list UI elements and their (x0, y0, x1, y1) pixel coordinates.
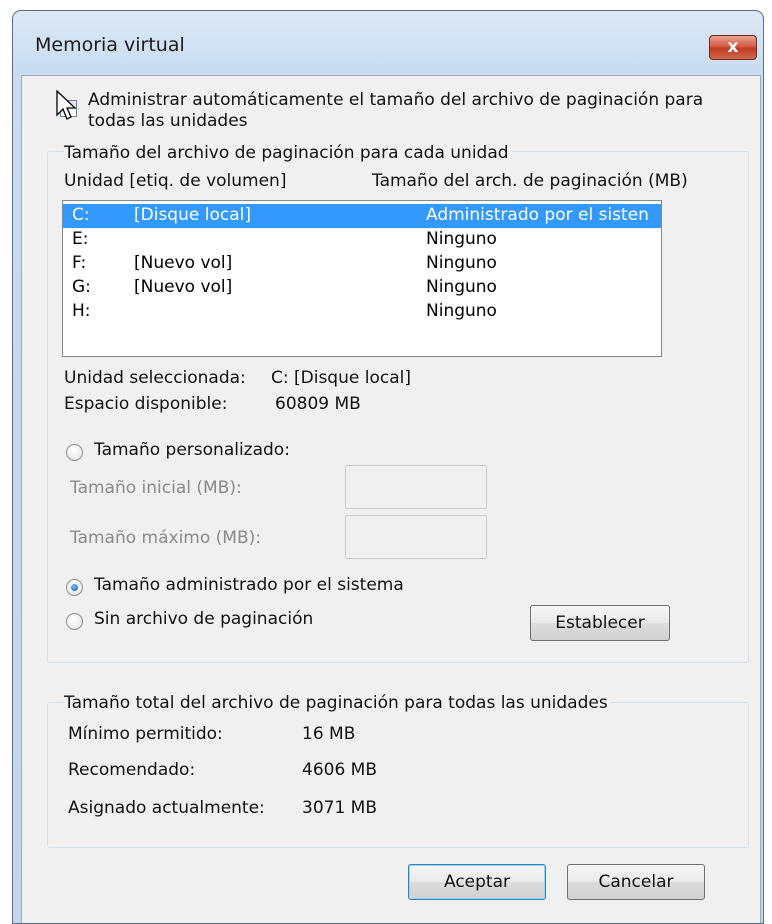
custom-size-radio[interactable] (66, 444, 83, 461)
initial-size-label: Tamaño inicial (MB): (70, 478, 242, 498)
drive-row[interactable]: F: [Nuevo vol] Ninguno (63, 252, 661, 276)
no-paging-radio[interactable] (66, 613, 83, 630)
max-size-label: Tamaño máximo (MB): (70, 528, 261, 548)
total-legend: Tamaño total del archivo de paginación p… (64, 693, 611, 713)
set-button[interactable]: Establecer (530, 605, 670, 641)
no-paging-label[interactable]: Sin archivo de paginación (94, 609, 313, 629)
custom-size-label[interactable]: Tamaño personalizado: (94, 440, 290, 460)
drive-letter: G: (72, 277, 91, 297)
selected-drive-value: C: [Disque local] (271, 368, 411, 388)
drive-size: Ninguno (426, 301, 497, 321)
per-drive-legend: Tamaño del archivo de paginación para ca… (64, 143, 512, 163)
drive-letter: H: (72, 301, 91, 321)
drive-label: [Nuevo vol] (134, 277, 233, 297)
ok-button[interactable]: Aceptar (408, 864, 546, 900)
close-icon: x (727, 37, 739, 57)
dialog-client-area: Administrar automáticamente el tamaño de… (21, 75, 761, 923)
drive-size: Administrado por el sisten (426, 205, 649, 225)
current-allocated-value: 3071 MB (302, 798, 377, 818)
initial-size-input[interactable] (345, 465, 487, 509)
drive-size: Ninguno (426, 253, 497, 273)
mouse-pointer-icon (56, 90, 77, 120)
recommended-label: Recomendado: (68, 760, 196, 780)
drive-letter: E: (72, 229, 89, 249)
close-button[interactable]: x (709, 35, 757, 60)
drive-letter: C: (72, 205, 90, 225)
drive-row[interactable]: H: Ninguno (63, 300, 661, 324)
available-space-value: 60809 MB (275, 394, 361, 414)
min-allowed-label: Mínimo permitido: (68, 724, 223, 744)
drive-listbox[interactable]: C: [Disque local] Administrado por el si… (62, 200, 662, 357)
recommended-value: 4606 MB (302, 760, 377, 780)
drive-row[interactable]: E: Ninguno (63, 228, 661, 252)
virtual-memory-dialog: Memoria virtual x Administrar automática… (12, 10, 764, 924)
column-header-size: Tamaño del arch. de paginación (MB) (372, 171, 688, 191)
drive-size: Ninguno (426, 229, 497, 249)
min-allowed-value: 16 MB (302, 724, 356, 744)
drive-size: Ninguno (426, 277, 497, 297)
current-allocated-label: Asignado actualmente: (68, 798, 265, 818)
auto-manage-label-line1[interactable]: Administrar automáticamente el tamaño de… (88, 90, 703, 110)
auto-manage-label-line2[interactable]: todas las unidades (88, 111, 248, 131)
available-space-label: Espacio disponible: (64, 394, 228, 414)
drive-row[interactable]: G: [Nuevo vol] Ninguno (63, 276, 661, 300)
drive-label: [Disque local] (134, 205, 251, 225)
column-header-drive: Unidad [etiq. de volumen] (64, 171, 287, 191)
drive-label: [Nuevo vol] (134, 253, 233, 273)
drive-letter: F: (72, 253, 87, 273)
drive-row[interactable]: C: [Disque local] Administrado por el si… (63, 204, 661, 228)
cancel-button[interactable]: Cancelar (567, 864, 705, 900)
max-size-input[interactable] (345, 515, 487, 559)
selected-drive-label: Unidad seleccionada: (64, 368, 246, 388)
system-managed-radio[interactable] (66, 579, 83, 596)
system-managed-label[interactable]: Tamaño administrado por el sistema (94, 575, 404, 595)
dialog-title: Memoria virtual (35, 34, 185, 56)
